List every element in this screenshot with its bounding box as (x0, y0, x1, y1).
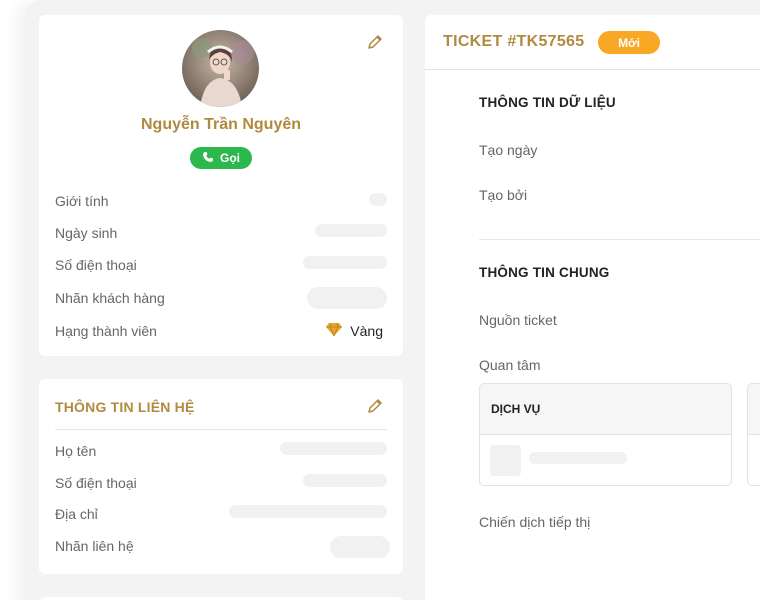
customer-tag-placeholder (307, 287, 387, 309)
contact-card: THÔNG TIN LIÊN HỆ Họ tên Số điện thoại Đ… (39, 379, 403, 574)
interest-second-table-header (748, 384, 760, 435)
contact-address-placeholder (229, 505, 387, 518)
member-tier-text: Vàng (350, 322, 383, 339)
campaign-label: Chiến dịch tiếp thị (479, 514, 591, 530)
created-date-label: Tạo ngày (479, 142, 538, 158)
contact-phone-label: Số điện thoại (55, 475, 137, 491)
ticket-source-label: Nguồn ticket (479, 312, 557, 328)
interest-item-text-placeholder (529, 452, 627, 464)
phone-label: Số điện thoại (55, 257, 137, 273)
contact-phone-placeholder (303, 474, 387, 487)
customer-tag-label: Nhãn khách hàng (55, 290, 165, 306)
contact-name-label: Họ tên (55, 443, 97, 459)
birthday-label: Ngày sinh (55, 225, 118, 241)
interest-service-table[interactable]: DỊCH VỤ (479, 383, 732, 486)
interest-table-header: DỊCH VỤ (480, 384, 731, 435)
contact-tag-label: Nhãn liên hệ (55, 538, 134, 554)
contact-section-title: THÔNG TIN LIÊN HỆ (55, 399, 195, 415)
created-by-label: Tạo bởi (479, 187, 528, 203)
contact-divider (55, 429, 387, 430)
general-section-title: THÔNG TIN CHUNG (479, 265, 610, 280)
data-section-title: THÔNG TIN DỮ LIỆU (479, 95, 616, 110)
birthday-value-placeholder (315, 224, 387, 237)
ticket-panel: TICKET #TK57565 Mới THÔNG TIN DỮ LIỆU Tạ… (425, 15, 760, 600)
profile-name: Nguyễn Trần Nguyên (140, 116, 302, 133)
interest-label: Quan tâm (479, 357, 541, 373)
contact-name-placeholder (280, 442, 387, 455)
edit-profile-icon[interactable] (365, 32, 385, 52)
ticket-title: TICKET #TK57565 (443, 33, 585, 50)
phone-value-placeholder (303, 256, 387, 269)
diamond-icon (326, 322, 343, 339)
ticket-header: TICKET #TK57565 Mới (425, 15, 760, 70)
member-tier-label: Hạng thành viên (55, 323, 157, 339)
status-badge: Mới (598, 31, 660, 54)
call-button[interactable]: Gọi (190, 147, 252, 169)
interest-second-table[interactable] (747, 383, 760, 486)
gender-label: Giới tính (55, 193, 109, 209)
member-tier-value: Vàng (326, 322, 383, 339)
interest-item-thumb-placeholder (490, 445, 521, 476)
profile-card: Nguyễn Trần Nguyên Gọi Giới tính Ngày si… (39, 15, 403, 356)
contact-tag-placeholder (330, 536, 390, 558)
section-divider (479, 239, 760, 240)
contact-address-label: Địa chỉ (55, 506, 98, 522)
gender-value-placeholder (369, 193, 387, 206)
edit-contact-icon[interactable] (365, 396, 385, 416)
avatar (182, 30, 259, 107)
phone-icon (202, 151, 214, 166)
call-button-label: Gọi (220, 151, 240, 165)
